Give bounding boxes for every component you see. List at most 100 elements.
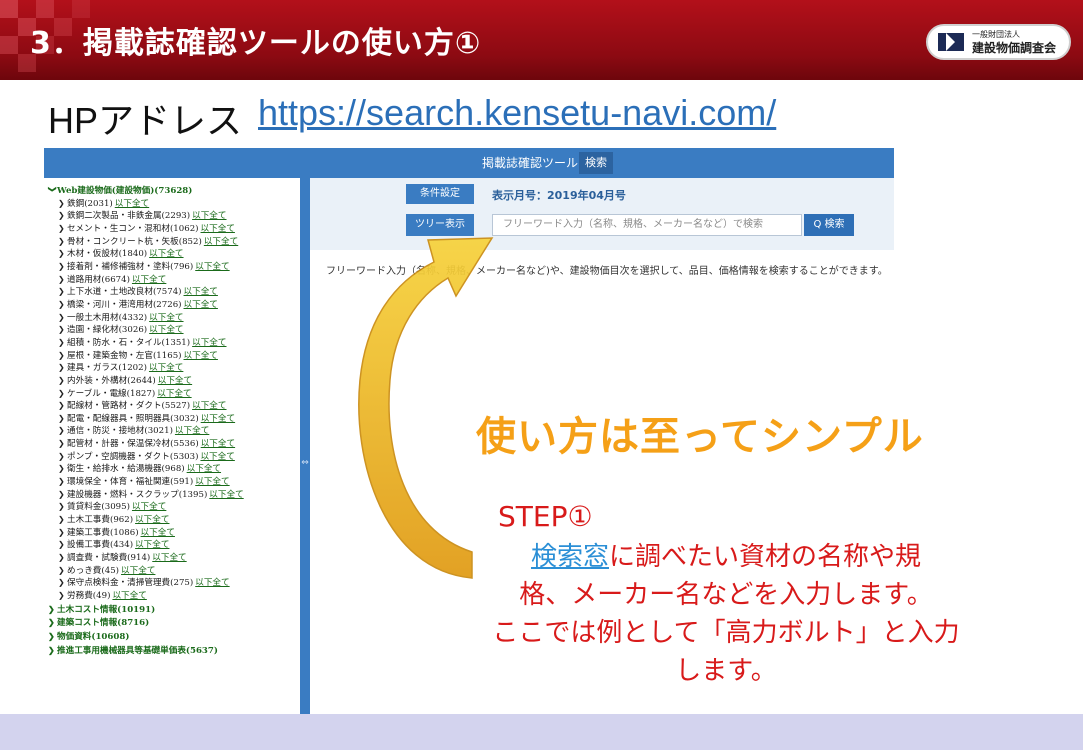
- tree-item-label[interactable]: 木材・仮設材(1840): [67, 249, 147, 259]
- show-all-link[interactable]: 以下全て: [187, 464, 221, 474]
- tree-item-label[interactable]: 土木コスト情報(10191): [57, 605, 155, 615]
- show-all-link[interactable]: 以下全て: [175, 426, 209, 436]
- tree-child-item[interactable]: ❯ 配電・配線器具・照明器具(3032) 以下全て: [48, 413, 244, 426]
- show-all-link[interactable]: 以下全て: [149, 249, 183, 259]
- chevron-right-icon[interactable]: ❯: [58, 476, 67, 489]
- show-all-link[interactable]: 以下全て: [135, 515, 169, 525]
- tree-child-item[interactable]: ❯ 配線材・管路材・ダクト(5527) 以下全て: [48, 400, 244, 413]
- show-all-link[interactable]: 以下全て: [201, 414, 235, 424]
- show-all-link[interactable]: 以下全て: [149, 313, 183, 323]
- chevron-right-icon[interactable]: ❯: [58, 577, 67, 590]
- tree-child-item[interactable]: ❯ 賃貸料金(3095) 以下全て: [48, 501, 244, 514]
- tree-item-label[interactable]: 鉄鋼二次製品・非鉄金属(2293): [67, 211, 190, 221]
- show-all-link[interactable]: 以下全て: [204, 237, 238, 247]
- chevron-right-icon[interactable]: ❯: [48, 616, 57, 629]
- chevron-right-icon[interactable]: ❯: [58, 312, 67, 325]
- chevron-right-icon[interactable]: ❯: [58, 236, 67, 249]
- tree-item-label[interactable]: 上下水道・土地改良材(7574): [67, 287, 182, 297]
- tree-child-item[interactable]: ❯ 土木工事費(962) 以下全て: [48, 514, 244, 527]
- tree-item-label[interactable]: セメント・生コン・混和材(1062): [67, 224, 199, 234]
- tree-item-label[interactable]: 調査費・試験費(914): [67, 553, 150, 563]
- chevron-right-icon[interactable]: ❯: [58, 463, 67, 476]
- show-all-link[interactable]: 以下全て: [209, 490, 243, 500]
- tree-item-label[interactable]: 建築工事費(1086): [67, 528, 139, 538]
- tree-item-label[interactable]: 推進工事用機械器具等基礎単価表(5637): [57, 646, 218, 656]
- tree-item-label[interactable]: 配電・配線器具・照明器具(3032): [67, 414, 199, 424]
- tree-root-item[interactable]: ❯ 建築コスト情報(8716): [48, 616, 244, 630]
- tree-item-label[interactable]: 屋根・建築金物・左官(1165): [67, 351, 182, 361]
- chevron-right-icon[interactable]: ❯: [58, 210, 67, 223]
- chevron-right-icon[interactable]: ❯: [58, 539, 67, 552]
- tree-child-item[interactable]: ❯ 木材・仮設材(1840) 以下全て: [48, 248, 244, 261]
- chevron-right-icon[interactable]: ❯: [48, 603, 57, 616]
- chevron-down-icon[interactable]: ❯: [46, 186, 59, 195]
- chevron-right-icon[interactable]: ❯: [58, 514, 67, 527]
- chevron-right-icon[interactable]: ❯: [58, 438, 67, 451]
- tree-item-label[interactable]: 衛生・給排水・給湯機器(968): [67, 464, 185, 474]
- tree-child-item[interactable]: ❯ 建設機器・燃料・スクラップ(1395) 以下全て: [48, 489, 244, 502]
- tree-child-item[interactable]: ❯ セメント・生コン・混和材(1062) 以下全て: [48, 223, 244, 236]
- chevron-right-icon[interactable]: ❯: [48, 644, 57, 657]
- tree-child-item[interactable]: ❯ 労務費(49) 以下全て: [48, 590, 244, 603]
- show-all-link[interactable]: 以下全て: [201, 439, 235, 449]
- show-all-link[interactable]: 以下全て: [152, 553, 186, 563]
- show-all-link[interactable]: 以下全て: [112, 591, 146, 601]
- chevron-right-icon[interactable]: ❯: [58, 198, 67, 211]
- show-all-link[interactable]: 以下全て: [158, 376, 192, 386]
- tree-child-item[interactable]: ❯ 保守点検料金・清掃管理費(275) 以下全て: [48, 577, 244, 590]
- tree-child-item[interactable]: ❯ 橋梁・河川・港湾用材(2726) 以下全て: [48, 299, 244, 312]
- tree-child-item[interactable]: ❯ 衛生・給排水・給湯機器(968) 以下全て: [48, 463, 244, 476]
- tree-item-label[interactable]: 通信・防災・接地材(3021): [67, 426, 173, 436]
- chevron-right-icon[interactable]: ❯: [58, 388, 67, 401]
- chevron-right-icon[interactable]: ❯: [58, 223, 67, 236]
- tree-root-item[interactable]: ❯ 土木コスト情報(10191): [48, 603, 244, 617]
- tree-child-item[interactable]: ❯ 建具・ガラス(1202) 以下全て: [48, 362, 244, 375]
- tree-item-label[interactable]: 建具・ガラス(1202): [67, 363, 147, 373]
- chevron-right-icon[interactable]: ❯: [58, 350, 67, 363]
- tree-item-label[interactable]: 造園・緑化材(3026): [67, 325, 147, 335]
- tree-child-item[interactable]: ❯ 内外装・外構材(2644) 以下全て: [48, 375, 244, 388]
- chevron-right-icon[interactable]: ❯: [58, 299, 67, 312]
- tree-child-item[interactable]: ❯ ケーブル・電線(1827) 以下全て: [48, 388, 244, 401]
- tree-child-item[interactable]: ❯ ポンプ・空調機器・ダクト(5303) 以下全て: [48, 451, 244, 464]
- show-all-link[interactable]: 以下全て: [157, 389, 191, 399]
- tree-item-label[interactable]: 建築コスト情報(8716): [57, 618, 149, 628]
- tree-root-item[interactable]: ❯Web建設物価(建設物価)(73628): [48, 184, 244, 198]
- chevron-right-icon[interactable]: ❯: [58, 261, 67, 274]
- chevron-right-icon[interactable]: ❯: [58, 400, 67, 413]
- show-all-link[interactable]: 以下全て: [149, 363, 183, 373]
- chevron-right-icon[interactable]: ❯: [58, 324, 67, 337]
- tree-item-label[interactable]: 接着剤・補修補強材・塗料(796): [67, 262, 193, 272]
- chevron-right-icon[interactable]: ❯: [58, 565, 67, 578]
- show-all-link[interactable]: 以下全て: [121, 566, 155, 576]
- tree-item-label[interactable]: 一般土木用材(4332): [67, 313, 147, 323]
- show-all-link[interactable]: 以下全て: [184, 300, 218, 310]
- tree-item-label[interactable]: ポンプ・空調機器・ダクト(5303): [67, 452, 198, 462]
- show-all-link[interactable]: 以下全て: [132, 502, 166, 512]
- show-all-link[interactable]: 以下全て: [192, 211, 226, 221]
- tree-item-label[interactable]: 設備工事費(434): [67, 540, 133, 550]
- chevron-right-icon[interactable]: ❯: [58, 527, 67, 540]
- tree-child-item[interactable]: ❯ 組積・防水・石・タイル(1351) 以下全て: [48, 337, 244, 350]
- show-all-link[interactable]: 以下全て: [184, 351, 218, 361]
- chevron-right-icon[interactable]: ❯: [58, 425, 67, 438]
- tree-child-item[interactable]: ❯ 屋根・建築金物・左官(1165) 以下全て: [48, 350, 244, 363]
- search-button[interactable]: Q 検索: [804, 214, 854, 236]
- tree-item-label[interactable]: 道路用材(6674): [67, 275, 130, 285]
- show-all-link[interactable]: 以下全て: [195, 578, 229, 588]
- tree-child-item[interactable]: ❯ 通信・防災・接地材(3021) 以下全て: [48, 425, 244, 438]
- show-all-link[interactable]: 以下全て: [195, 262, 229, 272]
- tree-child-item[interactable]: ❯ 建築工事費(1086) 以下全て: [48, 527, 244, 540]
- tree-item-label[interactable]: 配管材・計器・保温保冷材(5536): [67, 439, 199, 449]
- tree-item-label[interactable]: 物価資料(10608): [57, 632, 129, 642]
- chevron-right-icon[interactable]: ❯: [58, 552, 67, 565]
- chevron-right-icon[interactable]: ❯: [58, 248, 67, 261]
- chevron-right-icon[interactable]: ❯: [58, 362, 67, 375]
- chevron-right-icon[interactable]: ❯: [58, 375, 67, 388]
- tree-item-label[interactable]: 配線材・管路材・ダクト(5527): [67, 401, 190, 411]
- tree-child-item[interactable]: ❯ 造園・緑化材(3026) 以下全て: [48, 324, 244, 337]
- tree-item-label[interactable]: 骨材・コンクリート杭・矢板(852): [67, 237, 202, 247]
- hp-url-link[interactable]: https://search.kensetu-navi.com/: [258, 92, 776, 134]
- show-all-link[interactable]: 以下全て: [201, 224, 235, 234]
- tree-item-label[interactable]: 組積・防水・石・タイル(1351): [67, 338, 190, 348]
